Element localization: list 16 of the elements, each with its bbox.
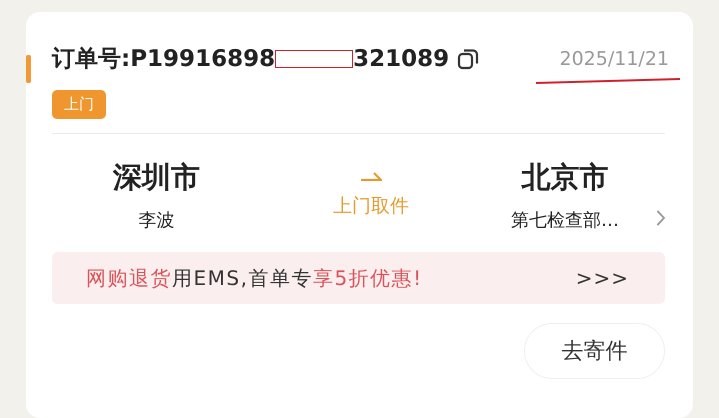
order-number-prefix: 订单号:P19916898	[52, 45, 276, 74]
origin-city: 深圳市	[113, 159, 200, 196]
send-button[interactable]: 去寄件	[524, 323, 665, 379]
chevron-right-icon[interactable]	[656, 209, 665, 227]
sender-name: 李波	[138, 209, 175, 232]
promo-text: 网购退货用EMS,首单专享5折优惠!	[86, 264, 423, 292]
recipient-name: 第七检查部…	[511, 209, 619, 232]
tag-label: 上门	[52, 90, 106, 119]
order-number-suffix: 321089	[353, 45, 450, 74]
more-link[interactable]: >>>	[576, 266, 629, 290]
accent-bar	[26, 55, 31, 83]
destination-city: 北京市	[522, 159, 608, 196]
order-date: 2025/11/21	[559, 47, 669, 72]
promo-banner[interactable]: 网购退货用EMS,首单专享5折优惠! >>>	[52, 252, 665, 304]
copy-icon[interactable]	[457, 48, 480, 70]
pickup-status: 上门取件	[332, 194, 409, 219]
